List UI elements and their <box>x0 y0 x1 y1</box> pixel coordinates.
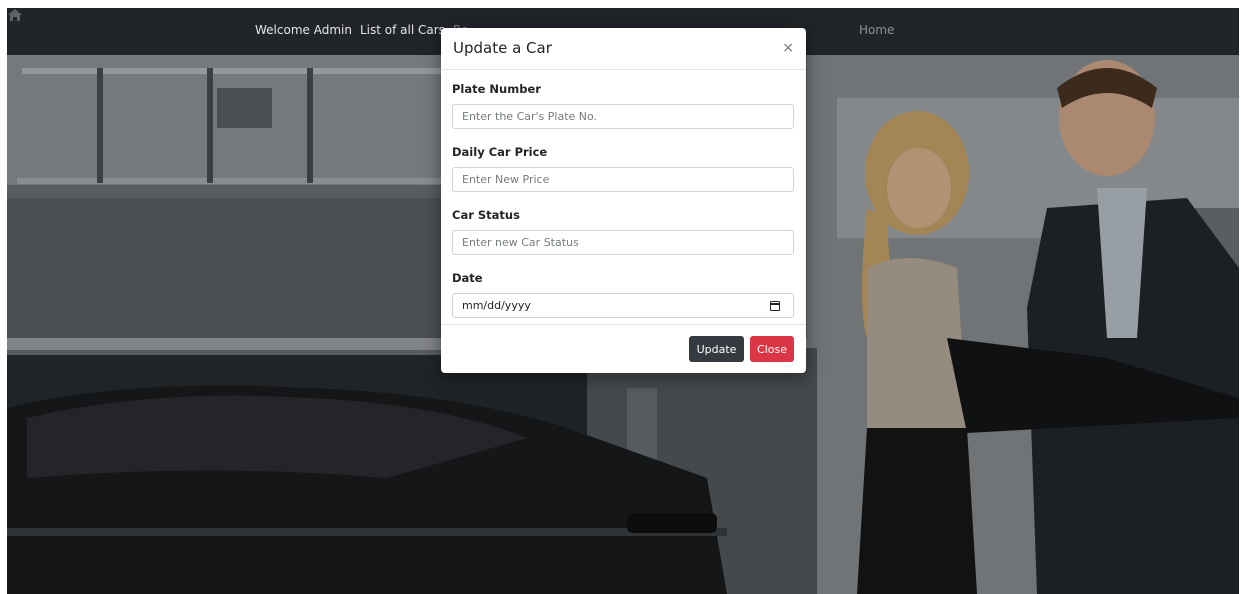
plate-number-label: Plate Number <box>452 82 541 96</box>
home-icon[interactable] <box>7 8 23 22</box>
field-plate-number: Plate Number <box>452 82 794 129</box>
field-car-status: Car Status <box>452 208 794 255</box>
nav-link-home[interactable]: Home <box>859 23 894 37</box>
plate-number-input[interactable] <box>452 104 794 129</box>
close-icon[interactable]: × <box>782 40 794 56</box>
modal-footer: Update Close <box>441 324 806 373</box>
daily-price-label: Daily Car Price <box>452 145 548 159</box>
field-daily-price: Daily Car Price <box>452 145 794 192</box>
modal-title: Update a Car <box>453 39 552 57</box>
car-status-label: Car Status <box>452 208 520 222</box>
date-label: Date <box>452 271 483 285</box>
date-input[interactable]: mm/dd/yyyy <box>452 293 794 318</box>
calendar-icon[interactable] <box>770 301 780 311</box>
daily-price-input[interactable] <box>452 167 794 192</box>
date-value: mm/dd/yyyy <box>462 299 531 312</box>
car-status-input[interactable] <box>452 230 794 255</box>
nav-welcome: Welcome Admin <box>255 23 352 37</box>
nav-links: Welcome Admin List of all Cars Re <box>255 23 468 37</box>
modal-header: Update a Car × <box>441 28 806 70</box>
update-button[interactable]: Update <box>689 336 744 362</box>
update-car-modal: Update a Car × Plate Number Daily Car Pr… <box>441 28 806 373</box>
nav-link-list-cars[interactable]: List of all Cars <box>360 23 445 37</box>
close-button[interactable]: Close <box>750 336 794 362</box>
modal-body: Plate Number Daily Car Price Car Status … <box>441 70 806 318</box>
field-date: Date mm/dd/yyyy <box>452 271 794 318</box>
